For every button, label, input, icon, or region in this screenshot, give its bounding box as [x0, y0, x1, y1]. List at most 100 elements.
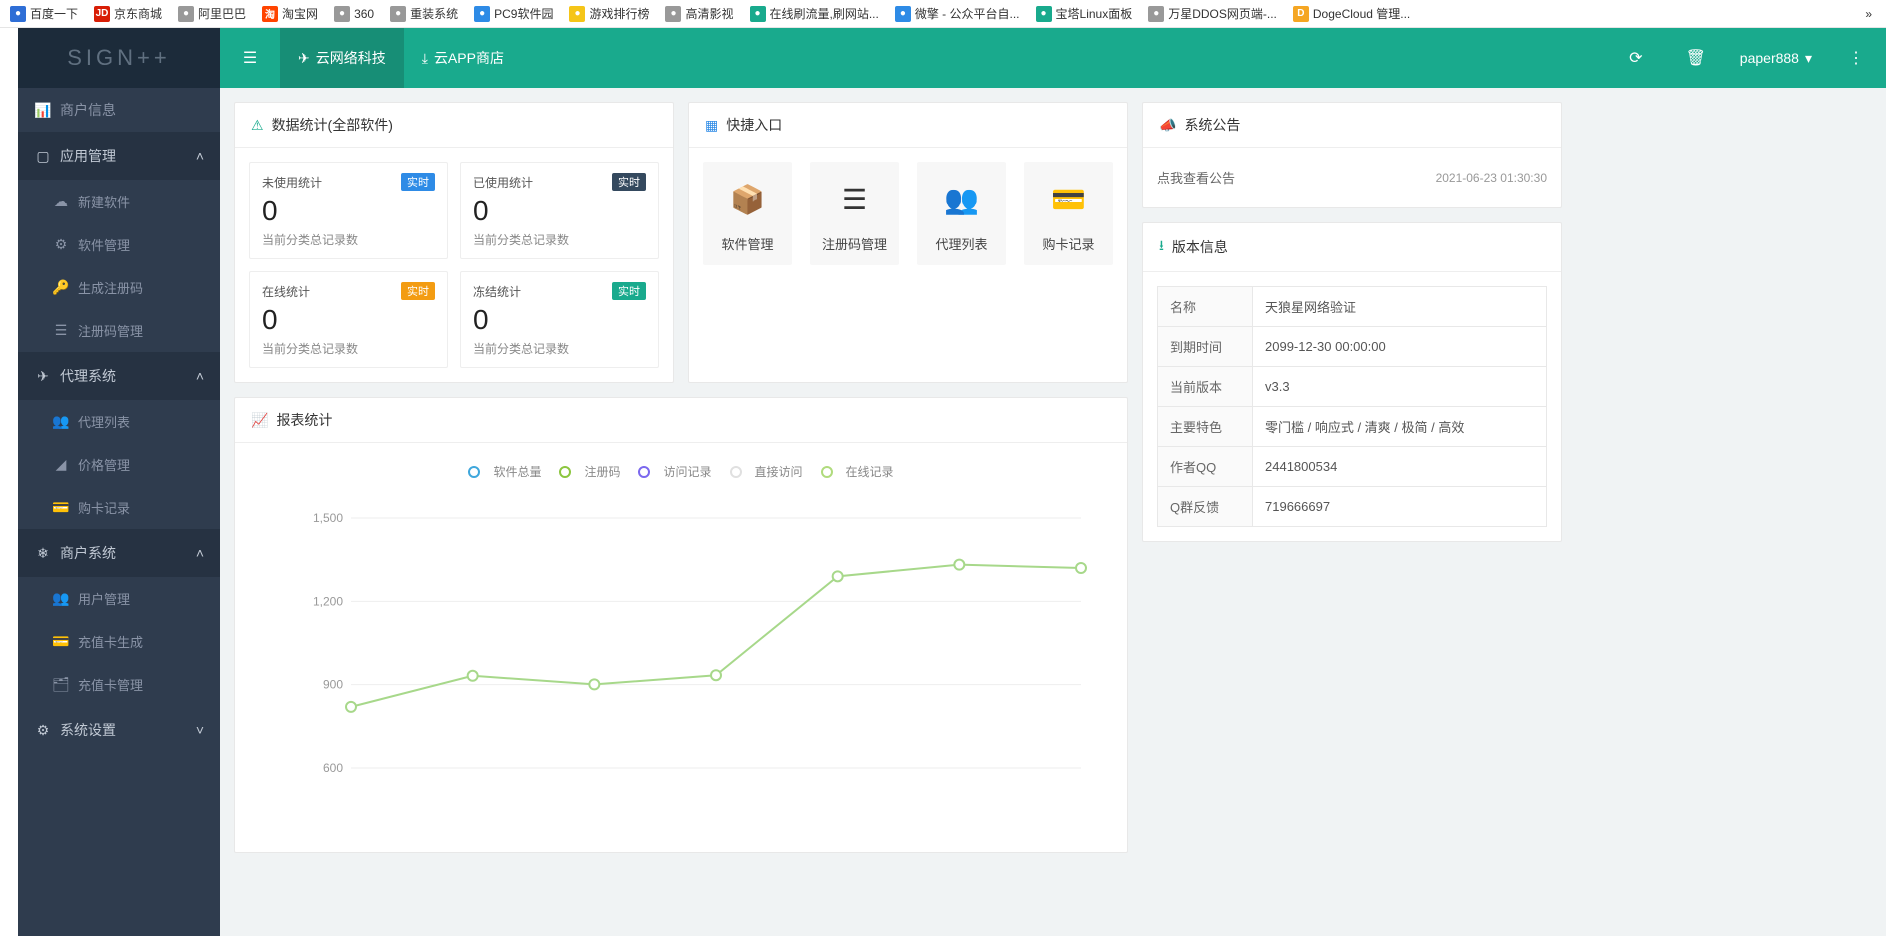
nav-subitem-label: 购卡记录 [78, 498, 130, 517]
bookmark-favicon: ● [750, 6, 766, 22]
sidebar-group[interactable]: ✈代理系统˄ [18, 352, 220, 400]
nav-item-icon: 📊 [34, 102, 52, 119]
realtime-badge: 实时 [612, 282, 646, 300]
quick-icon: ☰ [814, 180, 895, 218]
chart-title: 报表统计 [276, 410, 332, 430]
trash-button[interactable]: 🗑 [1666, 28, 1726, 88]
version-key: Q群反馈 [1158, 487, 1253, 527]
quick-label: 代理列表 [921, 234, 1002, 253]
bookmark-label: 淘宝网 [282, 5, 318, 22]
bookmark-label: 在线刷流量,刷网站... [770, 5, 879, 22]
chart-panel: 📈 报表统计 软件总量注册码访问记录直接访问在线记录 6009001,2001,… [234, 397, 1128, 853]
nav-subitem-icon: ☰ [52, 322, 70, 339]
bookmark-item[interactable]: ●微擎 - 公众平台自... [889, 3, 1026, 24]
announce-link[interactable]: 点我查看公告 [1157, 168, 1235, 187]
bookmark-item[interactable]: ●高清影视 [659, 3, 739, 24]
bookmark-item[interactable]: 淘淘宝网 [256, 3, 324, 24]
announce-title: 系统公告 [1184, 115, 1240, 135]
nav-group-icon: ⚙ [34, 722, 52, 739]
legend-item[interactable]: 软件总量 [468, 463, 541, 480]
more-button[interactable]: ⋮ [1826, 28, 1886, 88]
chevron-icon: ˄ [196, 368, 204, 384]
sidebar-subitem[interactable]: ⚙软件管理 [18, 223, 220, 266]
stat-title: 已使用统计 [473, 174, 533, 191]
legend-item[interactable]: 访问记录 [638, 463, 711, 480]
nav-subitem-label: 注册码管理 [78, 321, 143, 340]
bookmark-item[interactable]: ●万星DDOS网页端-... [1142, 3, 1283, 24]
quick-title: 快捷入口 [726, 115, 782, 135]
nav-subitem-label: 价格管理 [78, 455, 130, 474]
bookmark-favicon: ● [895, 6, 911, 22]
bookmark-item[interactable]: DDogeCloud 管理... [1287, 3, 1416, 24]
sidebar-subitem[interactable]: 💳 购卡记录 [18, 486, 220, 529]
bookmark-item[interactable]: ●游戏排行榜 [563, 3, 655, 24]
sidebar-subitem[interactable]: 💳充值卡生成 [18, 620, 220, 663]
legend-marker [821, 467, 841, 477]
sidebar-group[interactable]: ▢应用管理˄ [18, 132, 220, 180]
menu-toggle-button[interactable]: ☰ [220, 28, 280, 88]
nav-subitem-icon: 💳 [52, 499, 70, 516]
sidebar-item[interactable]: 📊商户信息 [18, 88, 220, 132]
version-key: 到期时间 [1158, 327, 1253, 367]
bookmark-favicon: 淘 [262, 6, 278, 22]
nav-subitem-label: 代理列表 [78, 412, 130, 431]
legend-item[interactable]: 注册码 [559, 463, 620, 480]
bookmark-favicon: JD [94, 6, 110, 22]
bookmark-favicon: ● [10, 6, 26, 22]
nav-group-icon: ✈ [34, 368, 52, 385]
sidebar-subitem[interactable]: 👥代理列表 [18, 400, 220, 443]
bookmark-item[interactable]: ●宝塔Linux面板 [1030, 3, 1139, 24]
quick-entry[interactable]: 📦软件管理 [703, 162, 792, 265]
stat-value: 0 [473, 195, 646, 227]
bookmark-item[interactable]: ●百度一下 [4, 3, 84, 24]
bookmark-favicon: ● [1036, 6, 1052, 22]
stats-title: 数据统计(全部软件) [272, 115, 393, 135]
refresh-button[interactable]: ⟳ [1606, 28, 1666, 88]
bookmark-favicon: ● [178, 6, 194, 22]
legend-marker [468, 467, 488, 477]
sidebar-subitem[interactable]: ☰ 注册码管理 [18, 309, 220, 352]
bookmark-item[interactable]: ●在线刷流量,刷网站... [744, 3, 885, 24]
legend-marker [730, 467, 750, 477]
version-table: 名称天狼星网络验证到期时间2099-12-30 00:00:00当前版本v3.3… [1157, 286, 1547, 527]
version-key: 作者QQ [1158, 447, 1253, 487]
topbar-link[interactable]: ✈云网络科技 [280, 28, 404, 88]
sidebar-subitem[interactable]: 🔑生成注册码 [18, 266, 220, 309]
user-menu[interactable]: paper888 ▾ [1726, 28, 1826, 88]
user-name: paper888 [1740, 50, 1799, 66]
logo: SIGN++ [18, 28, 220, 88]
sidebar-subitem[interactable]: 👥用户管理 [18, 577, 220, 620]
bookmark-item[interactable]: ●阿里巴巴 [172, 3, 252, 24]
sidebar-group[interactable]: ❄商户系统˄ [18, 529, 220, 577]
svg-text:1,500: 1,500 [313, 511, 343, 525]
nav-subitem-label: 充值卡管理 [78, 675, 143, 694]
bookmark-item[interactable]: ●PC9软件园 [468, 3, 559, 24]
sidebar-group[interactable]: ⚙系统设置˅ [18, 706, 220, 754]
sidebar-subitem[interactable]: ◢价格管理 [18, 443, 220, 486]
bookmark-overflow[interactable]: » [1855, 7, 1882, 21]
quick-entry[interactable]: 💳购卡记录 [1024, 162, 1113, 265]
version-panel: ⭳ 版本信息 名称天狼星网络验证到期时间2099-12-30 00:00:00当… [1142, 222, 1562, 542]
announce-time: 2021-06-23 01:30:30 [1436, 171, 1547, 185]
chevron-icon: ˅ [196, 722, 204, 738]
nav-subitem-label: 新建软件 [78, 192, 130, 211]
bookmark-item[interactable]: JD京东商城 [88, 3, 168, 24]
topbar: ☰ ✈云网络科技⤓云APP商店 ⟳ 🗑 paper888 ▾ ⋮ [220, 28, 1886, 88]
line-chart: 6009001,2001,500 [299, 508, 1103, 788]
quick-entry[interactable]: ☰注册码管理 [810, 162, 899, 265]
bookmark-label: 宝塔Linux面板 [1056, 5, 1133, 22]
sidebar-subitem[interactable]: 🗂充值卡管理 [18, 663, 220, 706]
legend-item[interactable]: 直接访问 [730, 463, 803, 480]
sidebar-subitem[interactable]: ☁新建软件 [18, 180, 220, 223]
bookmark-item[interactable]: ●360 [328, 4, 380, 24]
topbar-link[interactable]: ⤓云APP商店 [404, 28, 522, 88]
stat-card: 冻结统计 实时 0 当前分类总记录数 [460, 271, 659, 368]
stat-subtitle: 当前分类总记录数 [262, 231, 435, 248]
stat-value: 0 [262, 304, 435, 336]
bookmark-label: 360 [354, 7, 374, 21]
warning-icon: ⚠ [251, 117, 264, 134]
quick-entry[interactable]: 👥代理列表 [917, 162, 1006, 265]
bookmark-item[interactable]: ●重装系统 [384, 3, 464, 24]
quick-label: 软件管理 [707, 234, 788, 253]
legend-item[interactable]: 在线记录 [821, 463, 894, 480]
